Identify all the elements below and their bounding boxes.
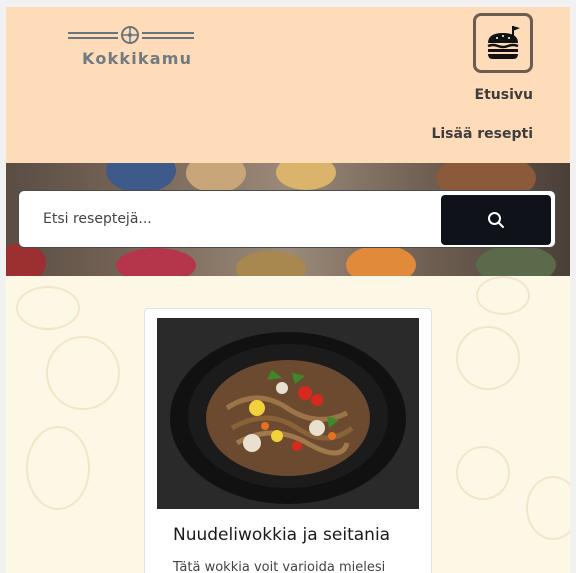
doodle-cake-slice (456, 446, 510, 500)
nav-link-etusivu[interactable]: Etusivu (475, 87, 533, 103)
search-bar (18, 190, 556, 248)
doodle-heart (526, 476, 570, 540)
wheel-icon (121, 26, 139, 44)
logo-line-left-top (68, 32, 118, 34)
nav-link-lisaa-resepti[interactable]: Lisää resepti (431, 126, 533, 142)
doodle-candy (46, 336, 120, 410)
raspberry-bowl (116, 248, 196, 276)
doodle-cupcake (26, 426, 90, 510)
greens-bowl (476, 245, 556, 276)
search-button[interactable] (441, 195, 551, 245)
doodle-cake (16, 286, 80, 330)
recipe-card[interactable]: Nuudeliwokkia ja seitania Tätä wokkia vo… (144, 308, 432, 573)
bread-plate (186, 163, 246, 193)
pastry-plate (276, 163, 336, 190)
hero-banner (6, 163, 570, 276)
recipe-description: Tätä wokkia voit varioida mielesi (173, 560, 386, 573)
logo-line-right-top (142, 32, 194, 34)
logo-line-right-bottom (142, 37, 194, 39)
noodle-bowl-image (157, 318, 419, 509)
page-frame: Kokkikamu Etusivu Lisää resepti Etsi res… (6, 7, 570, 573)
recipe-title: Nuudeliwokkia ja seitania (173, 525, 391, 545)
menu-button[interactable] (473, 13, 533, 73)
recipe-list: Nuudeliwokkia ja seitania Tätä wokkia vo… (6, 276, 570, 573)
search-input[interactable] (33, 199, 453, 239)
nuts-bowl (236, 251, 306, 276)
recipe-image (157, 318, 419, 509)
search-icon (488, 212, 504, 228)
logo-text: Kokkikamu (82, 49, 193, 68)
logo-line-left-bottom (68, 37, 118, 39)
doodle-donut (456, 326, 520, 390)
soup-bowl (346, 245, 416, 276)
site-logo[interactable]: Kokkikamu (68, 23, 198, 73)
doodle-love-you (476, 276, 530, 315)
blueberry-bowl (106, 163, 176, 193)
burger-icon (487, 26, 520, 59)
site-header: Kokkikamu Etusivu Lisää resepti (6, 7, 570, 163)
